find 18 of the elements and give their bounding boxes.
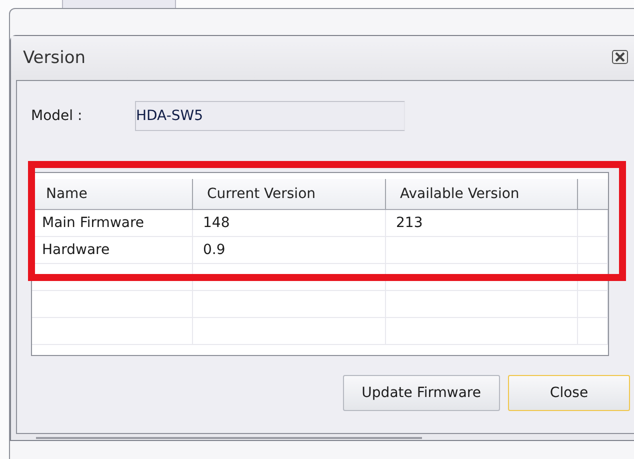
model-label: Model : [31,108,84,124]
table-cell [578,318,608,345]
column-header[interactable]: Current Version [193,179,386,210]
window-title: Version [23,48,86,68]
column-header [578,179,608,210]
close-button[interactable]: Close [508,375,630,411]
column-header[interactable]: Name [32,179,193,210]
column-header[interactable]: Available Version [386,179,578,210]
update-firmware-button[interactable]: Update Firmware [342,375,500,411]
table-cell: 213 [386,210,578,237]
table-cell [578,291,608,318]
close-icon[interactable] [612,50,628,64]
table-cell [578,210,608,237]
model-field[interactable]: HDA-SW5 [135,101,405,131]
table-cell [578,237,608,264]
table-cell: 148 [193,210,386,237]
table-cell: 0.9 [193,237,386,264]
table-cell [578,264,608,291]
